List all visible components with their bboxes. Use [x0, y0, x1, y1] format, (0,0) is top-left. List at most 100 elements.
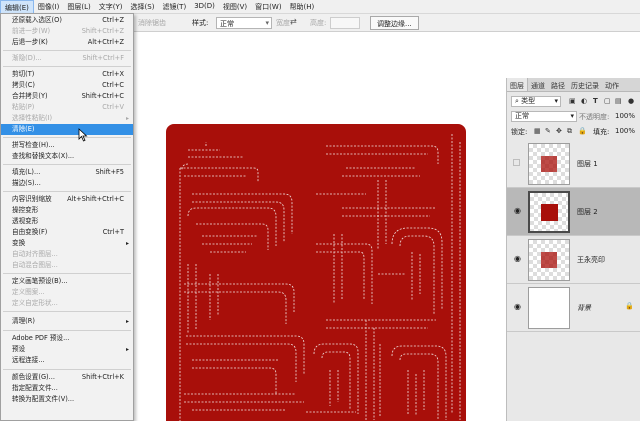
menu-item-auto-blend-layers[interactable]: 自动混合图层... [1, 260, 133, 271]
menu-item-color-settings[interactable]: 颜色设置(G)... Shift+Ctrl+K [1, 372, 133, 383]
submenu-arrow-icon: ▸ [125, 346, 129, 353]
menu-help[interactable]: 帮助(H) [286, 0, 319, 14]
layer-row[interactable]: ◉ 图层 2 [507, 188, 640, 236]
eye-icon[interactable]: ◉ [514, 254, 521, 263]
menu-item-assign-profile[interactable]: 指定配置文件... [1, 383, 133, 394]
menu-item-paste[interactable]: 粘贴(P) Ctrl+V [1, 102, 133, 113]
menu-item-define-custom-shape[interactable]: 定义自定形状... [1, 298, 133, 309]
menu-item-copy-merged[interactable]: 合并拷贝(Y) Shift+Ctrl+C [1, 91, 133, 102]
style-select[interactable]: 正常 ▾ [216, 17, 272, 29]
menubar: 编辑(E) 图像(I) 图层(L) 文字(Y) 选择(S) 滤镜(T) 3D(D… [0, 0, 640, 14]
menu-type[interactable]: 文字(Y) [95, 0, 127, 14]
kind-filter-select[interactable]: ⌕ 类型 ▾ [511, 96, 561, 107]
menu-separator [3, 369, 131, 370]
layer-name[interactable]: 王永亮印 [577, 255, 605, 265]
menu-item-clear[interactable]: 清除(E) [1, 124, 133, 135]
filter-toggle-icon[interactable]: ● [628, 97, 634, 105]
menu-item-fill[interactable]: 填充(L)... Shift+F5 [1, 167, 133, 178]
menu-item-paste-special[interactable]: 选择性粘贴(I) ▸ [1, 113, 133, 124]
visibility-toggle[interactable] [513, 159, 520, 166]
pixel-filter-icon[interactable]: ▣ [569, 97, 576, 105]
seal-artwork[interactable] [166, 124, 466, 421]
menu-separator [3, 273, 131, 274]
menu-3d[interactable]: 3D(D) [190, 0, 219, 14]
swap-icon[interactable]: ⇄ [290, 17, 297, 26]
lock-artboard-icon[interactable]: ⧉ [567, 127, 572, 136]
tab-history[interactable]: 历史记录 [568, 78, 602, 91]
tab-paths[interactable]: 路径 [548, 78, 568, 91]
menu-separator [3, 137, 131, 138]
anti-alias-label[interactable]: 消除锯齿 [138, 18, 166, 28]
menu-item-purge[interactable]: 清理(R) ▸ [1, 316, 133, 327]
menu-item-check-spelling[interactable]: 拼写检查(H)... [1, 140, 133, 151]
menu-item-stroke[interactable]: 描边(S)... [1, 178, 133, 189]
menu-item-convert-to-profile[interactable]: 转换为配置文件(V)... [1, 394, 133, 405]
tab-channels[interactable]: 通道 [528, 78, 548, 91]
type-filter-icon[interactable]: T [593, 97, 598, 105]
eye-icon[interactable]: ◉ [514, 206, 521, 215]
menu-item-content-aware-scale[interactable]: 内容识别缩放 Alt+Shift+Ctrl+C [1, 194, 133, 205]
layer-thumbnail [528, 287, 570, 329]
layer-name[interactable]: 图层 2 [577, 207, 598, 217]
menu-select[interactable]: 选择(S) [127, 0, 159, 14]
fill-value[interactable]: 100% [615, 127, 635, 135]
opacity-value[interactable]: 100% [615, 112, 635, 120]
layer-thumbnail [528, 191, 570, 233]
menu-item-remote-connections[interactable]: 远程连接... [1, 355, 133, 366]
menu-separator [3, 330, 131, 331]
blend-mode-select[interactable]: 正常 ▾ [511, 111, 577, 122]
layer-row[interactable]: ◉ 背景 🔒 [507, 284, 640, 332]
style-label: 样式: [192, 19, 209, 27]
tab-layers[interactable]: 图层 [507, 78, 528, 91]
menu-filter[interactable]: 滤镜(T) [158, 0, 190, 14]
menu-item-fade[interactable]: 渐隐(D)... Shift+Ctrl+F [1, 53, 133, 64]
menu-item-undo[interactable]: 还原载入选区(O) Ctrl+Z [1, 15, 133, 26]
menu-item-step-backward[interactable]: 后退一步(K) Alt+Ctrl+Z [1, 37, 133, 48]
menu-item-perspective-warp[interactable]: 透视变形 [1, 216, 133, 227]
opacity-label: 不透明度: [579, 113, 610, 121]
menu-item-puppet-warp[interactable]: 操控变形 [1, 205, 133, 216]
menu-item-adobe-pdf-presets[interactable]: Adobe PDF 预设... [1, 333, 133, 344]
layer-name[interactable]: 背景 [577, 303, 591, 313]
refine-edge-button[interactable]: 调整边缘... [370, 16, 419, 30]
menu-item-step-forward[interactable]: 前进一步(W) Shift+Ctrl+Z [1, 26, 133, 37]
shape-filter-icon[interactable]: ▢ [604, 97, 611, 105]
menu-item-find-replace[interactable]: 查找和替换文本(X)... [1, 151, 133, 162]
lock-fill-row: 锁定: ▦ ✎ ✥ ⧉ 🔒 填充: 100% [507, 125, 640, 139]
mouse-cursor-icon [78, 128, 88, 142]
height-label: 高度: [310, 19, 327, 27]
seal-thumbnail [541, 252, 557, 268]
menu-edit[interactable]: 编辑(E) [0, 0, 34, 14]
tab-actions[interactable]: 动作 [602, 78, 622, 91]
seal-thumbnail [541, 156, 557, 172]
layer-row[interactable]: 图层 1 [507, 140, 640, 188]
lock-icon: 🔒 [625, 302, 634, 310]
menu-item-presets[interactable]: 预设 ▸ [1, 344, 133, 355]
chevron-down-icon: ▾ [265, 19, 269, 27]
lock-pixels-icon[interactable]: ✎ [545, 127, 551, 135]
lock-all-icon[interactable]: 🔒 [578, 127, 587, 135]
lock-position-icon[interactable]: ✥ [556, 127, 562, 135]
lock-transparent-icon[interactable]: ▦ [534, 127, 541, 135]
layer-thumbnail [528, 239, 570, 281]
panel-tabs: 图层 通道 路径 历史记录 动作 [507, 78, 640, 92]
smart-object-filter-icon[interactable]: ▤ [615, 97, 622, 105]
layer-row[interactable]: ◉ 王永亮印 [507, 236, 640, 284]
menu-item-free-transform[interactable]: 自由变换(F) Ctrl+T [1, 227, 133, 238]
menu-window[interactable]: 窗口(W) [251, 0, 285, 14]
style-value: 正常 [220, 20, 234, 28]
menu-image[interactable]: 图像(I) [34, 0, 64, 14]
layer-name[interactable]: 图层 1 [577, 159, 598, 169]
menu-item-auto-align-layers[interactable]: 自动对齐图层... [1, 249, 133, 260]
menu-item-define-brush-preset[interactable]: 定义画笔预设(B)... [1, 276, 133, 287]
menu-item-transform[interactable]: 变换 ▸ [1, 238, 133, 249]
menu-item-define-pattern[interactable]: 定义图案... [1, 287, 133, 298]
menu-item-copy[interactable]: 拷贝(C) Ctrl+C [1, 80, 133, 91]
menu-layer[interactable]: 图层(L) [63, 0, 94, 14]
edit-menu-dropdown: 还原载入选区(O) Ctrl+Z 前进一步(W) Shift+Ctrl+Z 后退一步… [0, 13, 134, 421]
height-input[interactable] [330, 17, 360, 29]
eye-icon[interactable]: ◉ [514, 302, 521, 311]
menu-item-cut[interactable]: 剪切(T) Ctrl+X [1, 69, 133, 80]
adjustment-filter-icon[interactable]: ◐ [581, 97, 587, 105]
menu-view[interactable]: 视图(V) [219, 0, 251, 14]
